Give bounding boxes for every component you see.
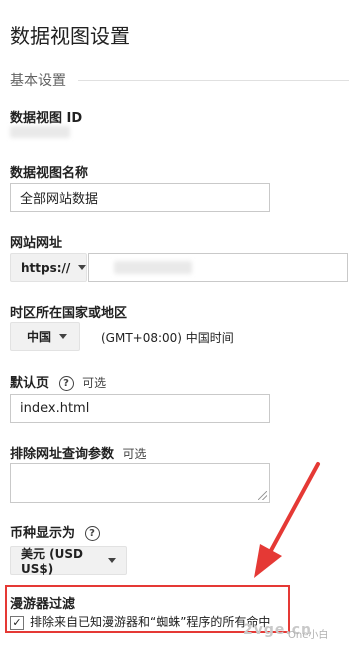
optional-text: 可选 bbox=[82, 376, 107, 390]
exclude-params-label-row: 排除网址查询参数 可选 bbox=[10, 443, 147, 462]
view-name-value: 全部网站数据 bbox=[20, 192, 99, 207]
currency-label-row: 币种显示为 ? bbox=[10, 522, 100, 541]
section-divider bbox=[78, 80, 349, 81]
exclude-params-textarea[interactable] bbox=[10, 463, 270, 503]
help-icon[interactable]: ? bbox=[58, 376, 74, 391]
website-url-redacted bbox=[114, 261, 192, 274]
timezone-label: 时区所在国家或地区 bbox=[10, 306, 128, 321]
country-value: 中国 bbox=[27, 330, 52, 344]
view-id-label: 数据视图 ID bbox=[10, 111, 83, 126]
default-page-value: index.html bbox=[20, 401, 90, 416]
protocol-value: https:// bbox=[21, 260, 71, 275]
currency-value: 美元 (USD US$) bbox=[21, 547, 84, 576]
country-dropdown[interactable]: 中国 bbox=[10, 322, 80, 351]
website-url-label: 网站网址 bbox=[10, 236, 63, 251]
view-name-label: 数据视图名称 bbox=[10, 166, 89, 181]
chevron-down-icon bbox=[108, 558, 116, 563]
default-page-label: 默认页 bbox=[10, 376, 50, 391]
timezone-value: (GMT+08:00) 中国时间 bbox=[101, 331, 234, 345]
website-url-input[interactable] bbox=[88, 253, 348, 282]
view-id-value-redacted bbox=[10, 126, 70, 138]
section-title-basic: 基本设置 bbox=[10, 73, 66, 89]
help-icon[interactable]: ? bbox=[84, 526, 100, 541]
chevron-down-icon bbox=[59, 334, 68, 339]
currency-dropdown[interactable]: 美元 (USD US$) bbox=[10, 546, 127, 576]
currency-label: 币种显示为 bbox=[10, 526, 76, 541]
watermark-sub: One小白 bbox=[288, 630, 329, 641]
optional-text: 可选 bbox=[122, 447, 147, 461]
view-name-input[interactable]: 全部网站数据 bbox=[10, 183, 270, 212]
chevron-down-icon bbox=[78, 265, 87, 270]
exclude-params-label: 排除网址查询参数 bbox=[10, 447, 115, 462]
default-page-input[interactable]: index.html bbox=[10, 394, 270, 423]
default-page-label-row: 默认页 ? 可选 bbox=[10, 372, 106, 391]
page-title: 数据视图设置 bbox=[10, 24, 130, 48]
annotation-arrow-icon bbox=[254, 462, 320, 578]
protocol-dropdown[interactable]: https:// bbox=[10, 253, 87, 282]
